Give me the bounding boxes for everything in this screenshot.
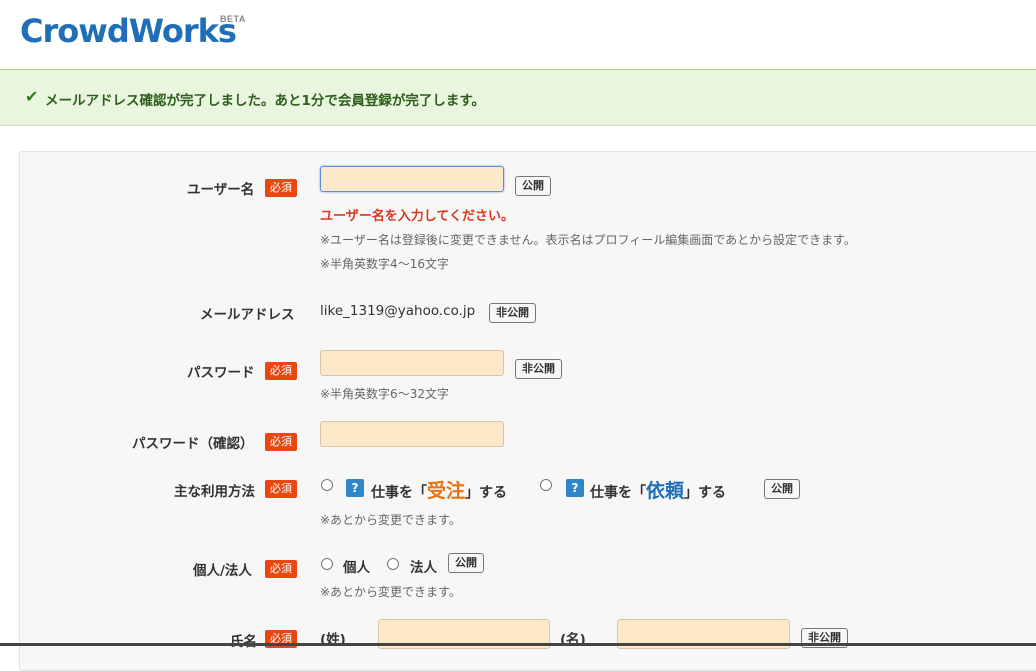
- required-badge: 必須: [265, 480, 297, 498]
- beta-badge: BETA: [220, 14, 246, 24]
- option-highlight-receive: 受注: [427, 480, 466, 502]
- password-visibility-badge: 非公開: [515, 359, 562, 379]
- checkmark-icon: ✔: [25, 87, 39, 106]
- notice-text: メールアドレス確認が完了しました。あと1分で会員登録が完了します。: [45, 93, 486, 109]
- username-visibility-badge: 公開: [515, 176, 551, 196]
- entity-note: ※あとから変更できます。: [320, 585, 461, 599]
- usage-note: ※あとから変更できます。: [320, 513, 461, 527]
- option-prefix: 仕事を「: [371, 485, 427, 501]
- usage-option-receive-label[interactable]: 仕事を「受注」する: [371, 476, 507, 503]
- entity-visibility-badge: 公開: [448, 553, 484, 573]
- success-notice: ✔ メールアドレス確認が完了しました。あと1分で会員登録が完了します。: [0, 69, 1036, 126]
- password-input[interactable]: [320, 350, 504, 376]
- password-confirm-input[interactable]: [320, 421, 504, 447]
- entity-radio-corporate[interactable]: [387, 558, 399, 570]
- required-badge: 必須: [265, 560, 297, 578]
- required-badge: 必須: [265, 362, 297, 380]
- option-suffix: 」する: [465, 485, 508, 501]
- password-label: パスワード: [187, 365, 255, 381]
- entity-radio-individual[interactable]: [321, 558, 333, 570]
- usage-option-order-label[interactable]: 仕事を「依頼」する: [590, 476, 726, 503]
- usage-radio-order[interactable]: [540, 479, 552, 491]
- username-label: ユーザー名: [187, 182, 255, 198]
- email-visibility-badge: 非公開: [489, 303, 536, 323]
- entity-label: 個人/法人: [193, 563, 252, 579]
- registration-form-panel: [19, 151, 1036, 671]
- help-icon[interactable]: ?: [566, 479, 584, 497]
- password-note: ※半角英数字6〜32文字: [320, 387, 449, 401]
- usage-radio-receive[interactable]: [321, 479, 333, 491]
- required-badge: 必須: [265, 433, 297, 451]
- email-label: メールアドレス: [200, 307, 295, 323]
- usage-visibility-badge: 公開: [764, 479, 800, 499]
- required-badge: 必須: [265, 179, 297, 197]
- name-label: 氏名: [230, 634, 257, 650]
- option-highlight-order: 依頼: [646, 480, 685, 502]
- entity-option-corporate[interactable]: 法人: [410, 556, 437, 576]
- usage-label: 主な利用方法: [174, 484, 255, 500]
- email-value: like_1319@yahoo.co.jp: [320, 303, 476, 319]
- entity-option-individual[interactable]: 個人: [343, 556, 370, 576]
- username-note: ※ユーザー名は登録後に変更できません。表示名はプロフィール編集画面であとから設定…: [320, 233, 856, 247]
- password-confirm-label: パスワード（確認）: [132, 436, 254, 452]
- help-icon[interactable]: ?: [346, 479, 364, 497]
- username-error: ユーザー名を入力してください。: [320, 209, 514, 224]
- username-length-note: ※半角英数字4〜16文字: [320, 257, 449, 271]
- option-prefix: 仕事を「: [590, 485, 646, 501]
- logo-text: CrowdWorks: [20, 12, 237, 50]
- username-input[interactable]: [320, 166, 504, 192]
- option-suffix: 」する: [684, 485, 727, 501]
